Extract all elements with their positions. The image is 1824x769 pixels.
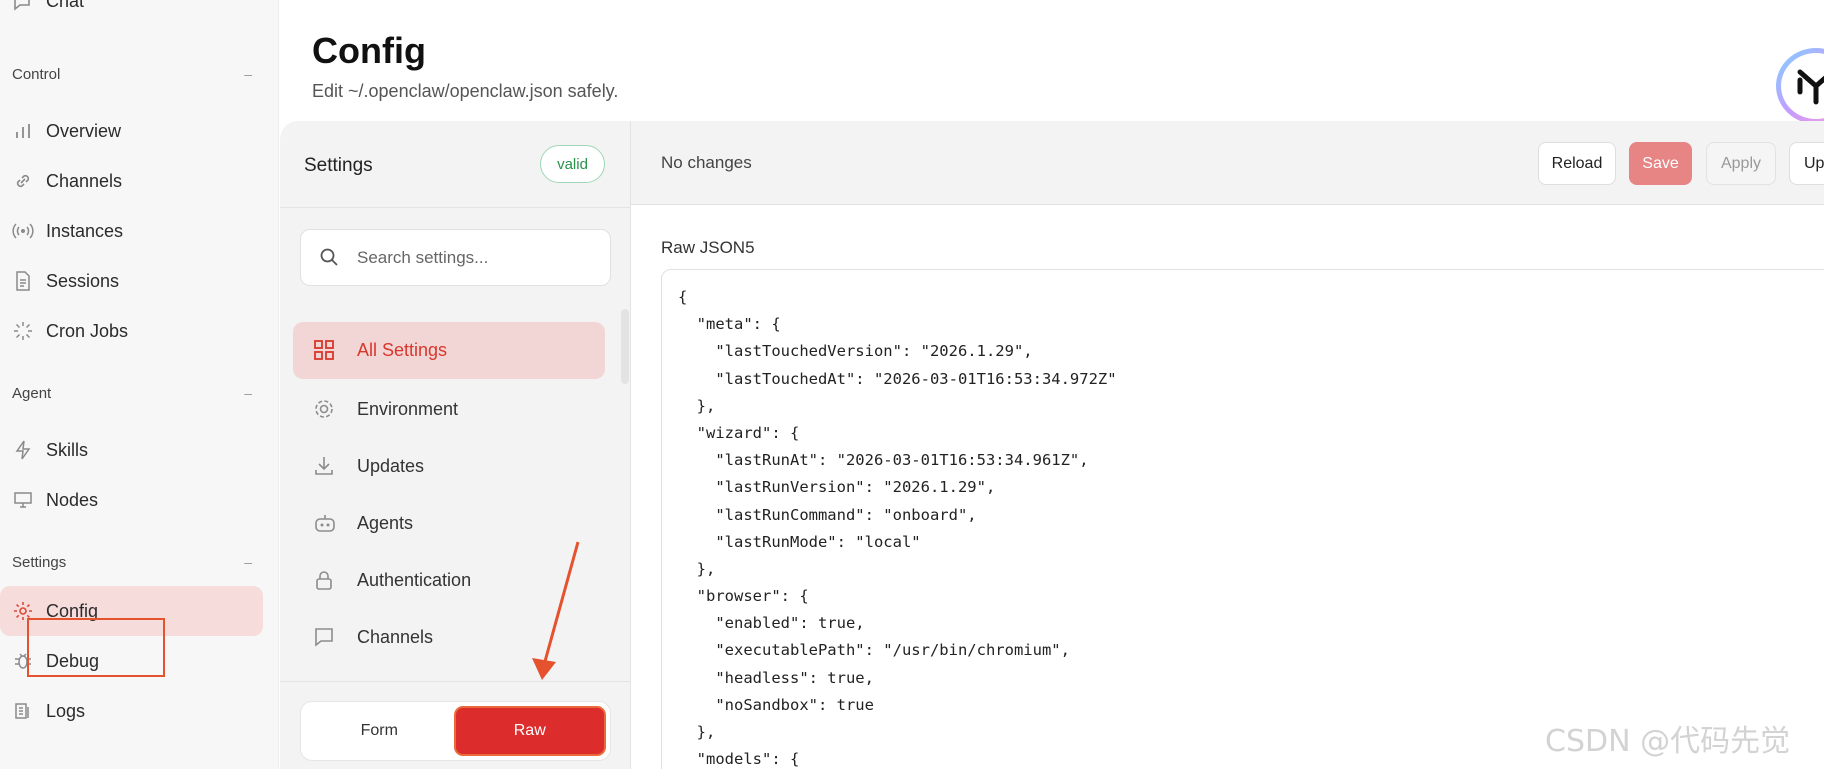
- annotation-highlight-box: [27, 618, 165, 677]
- logs-icon: [12, 700, 34, 722]
- code-line: },: [678, 559, 716, 578]
- config-toolbar: No changes Reload Save Apply Up: [631, 121, 1824, 205]
- search-icon: [319, 247, 341, 269]
- code-line: "noSandbox": true: [678, 695, 874, 714]
- logo-mark-icon: [1781, 53, 1824, 119]
- code-line: {: [678, 288, 688, 306]
- bar-chart-icon: [12, 120, 34, 142]
- chat-icon: [12, 0, 34, 11]
- code-line: "wizard": {: [678, 423, 800, 442]
- link-icon: [12, 170, 34, 192]
- collapse-icon[interactable]: –: [244, 554, 252, 571]
- changes-status: No changes: [661, 153, 752, 172]
- divider: [280, 207, 631, 208]
- group-title: Agent: [12, 385, 52, 402]
- watermark: CSDN @代码先觉: [1545, 724, 1791, 759]
- monitor-icon: [12, 489, 34, 511]
- code-line: "lastRunAt": "2026-03-01T16:53:34.961Z",: [678, 451, 1089, 470]
- form-mode-button[interactable]: Form: [305, 706, 454, 756]
- nav-item-label: Cron Jobs: [46, 320, 129, 341]
- nav-group-settings[interactable]: Settings –: [12, 554, 252, 571]
- nav-group-agent[interactable]: Agent –: [12, 385, 252, 402]
- chat-icon: [313, 626, 337, 650]
- section-label: Agents: [357, 513, 414, 533]
- radio-icon: [12, 220, 34, 242]
- nav-item-label: Logs: [46, 700, 86, 721]
- code-line: "browser": {: [678, 587, 809, 606]
- raw-json-editor[interactable]: { "meta": { "lastTouchedVersion": "2026.…: [661, 269, 1824, 769]
- search-box[interactable]: [300, 229, 611, 286]
- nav-item-logs[interactable]: Logs: [12, 686, 264, 736]
- raw-mode-button[interactable]: Raw: [453, 706, 606, 756]
- collapse-icon[interactable]: –: [244, 385, 252, 402]
- download-icon: [313, 455, 337, 479]
- page-title: Config: [312, 30, 426, 71]
- nav-item-label: Chat: [46, 0, 85, 11]
- section-label: Authentication: [357, 570, 472, 590]
- annotation-arrow-icon: [532, 541, 580, 680]
- nav-item-label: Sessions: [46, 270, 120, 291]
- settings-title: Settings: [304, 155, 373, 176]
- lock-icon: [313, 569, 337, 593]
- section-label: Environment: [357, 399, 459, 419]
- search-input[interactable]: [357, 247, 597, 268]
- nav-item-overview[interactable]: Overview: [12, 106, 264, 156]
- status-badge: valid: [540, 145, 605, 183]
- editor-label: Raw JSON5: [661, 238, 755, 257]
- code-line: "lastRunVersion": "2026.1.29",: [678, 478, 996, 497]
- nav-item-chat-partial[interactable]: Chat: [12, 0, 84, 12]
- code-line: "meta": {: [678, 315, 781, 334]
- scrollbar[interactable]: [621, 309, 629, 384]
- code-line: "headless": true,: [678, 668, 874, 687]
- app-logo: [1776, 48, 1824, 124]
- code-line: "lastTouchedVersion": "2026.1.29",: [678, 342, 1033, 361]
- reload-button[interactable]: Reload: [1538, 142, 1616, 185]
- update-button[interactable]: Up: [1789, 142, 1824, 185]
- nav-item-label: Skills: [46, 439, 89, 460]
- document-icon: [12, 270, 34, 292]
- nav-item-instances[interactable]: Instances: [12, 206, 264, 256]
- group-title: Control: [12, 66, 61, 83]
- save-button[interactable]: Save: [1629, 142, 1692, 185]
- nav-item-skills[interactable]: Skills: [12, 425, 264, 475]
- section-all-settings[interactable]: All Settings: [293, 322, 605, 379]
- section-environment[interactable]: Environment: [293, 381, 605, 438]
- loader-icon: [12, 320, 34, 342]
- group-title: Settings: [12, 554, 67, 571]
- section-updates[interactable]: Updates: [293, 438, 605, 495]
- nav-item-nodes[interactable]: Nodes: [12, 475, 264, 525]
- nav-item-sessions[interactable]: Sessions: [12, 256, 264, 306]
- code-line: "lastTouchedAt": "2026-03-01T16:53:34.97…: [678, 369, 1117, 388]
- code-line: "executablePath": "/usr/bin/chromium",: [678, 641, 1070, 660]
- section-label: Channels: [357, 627, 434, 647]
- nav-item-label: Instances: [46, 220, 124, 241]
- page-subtitle: Edit ~/.openclaw/openclaw.json safely.: [312, 81, 619, 101]
- code-line: "lastRunMode": "local": [678, 532, 921, 551]
- grid-icon: [313, 339, 337, 363]
- nav-item-label: Channels: [46, 170, 123, 191]
- section-label: All Settings: [357, 340, 448, 360]
- robot-icon: [313, 512, 337, 536]
- code-line: "enabled": true,: [678, 614, 865, 633]
- nav-item-channels[interactable]: Channels: [12, 156, 264, 206]
- section-label: Updates: [357, 456, 425, 476]
- nav-item-label: Overview: [46, 120, 122, 141]
- gear-icon: [313, 398, 337, 422]
- code-line: "lastRunCommand": "onboard",: [678, 505, 977, 524]
- lightning-icon: [12, 439, 34, 461]
- apply-button[interactable]: Apply: [1706, 142, 1776, 185]
- nav-item-cron-jobs[interactable]: Cron Jobs: [12, 306, 264, 356]
- code-line: },: [678, 396, 716, 415]
- collapse-icon[interactable]: –: [244, 66, 252, 83]
- mode-toggle: Form Raw: [300, 701, 611, 761]
- nav-item-label: Nodes: [46, 489, 99, 510]
- nav-group-control[interactable]: Control –: [12, 66, 252, 83]
